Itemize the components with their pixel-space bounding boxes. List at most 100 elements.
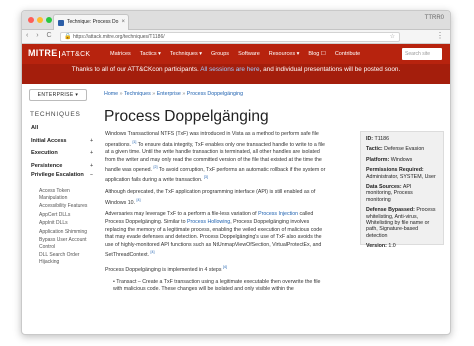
expand-icon[interactable]: + — [90, 160, 93, 173]
window-controls — [28, 17, 52, 23]
process-injection-link[interactable]: Process Injection — [258, 211, 298, 217]
info-value: Administrator, SYSTEM, User — [366, 173, 436, 180]
site-favicon-icon — [58, 20, 64, 26]
nav-matrices[interactable]: Matrices — [110, 51, 131, 57]
sidebar-subitem[interactable]: AppCert DLLs — [31, 212, 93, 219]
browser-window: Technique: Process Do × TTRR0 ‹ › C 🔒 ht… — [21, 10, 451, 335]
mitre-attck-logo[interactable]: MITRE ATT&CK — [28, 48, 91, 58]
search-input[interactable]: Search site — [402, 48, 442, 60]
sidebar: ENTERPRISE ▾ TECHNIQUES All Initial Acce… — [22, 84, 96, 317]
info-version: Version: 1.0 — [366, 243, 438, 249]
breadcrumb-current[interactable]: Process Doppelgänging — [187, 91, 243, 97]
info-id: ID: T1186 — [366, 136, 438, 142]
text: Adversaries may leverage TxF to a perfor… — [105, 211, 259, 218]
info-value: Windows — [390, 156, 413, 163]
info-permissions: Permissions Required: Administrator, SYST… — [366, 167, 438, 180]
sidebar-item-label: Persistence — [31, 162, 63, 169]
sidebar-list: All Initial Access + Execution + Persist… — [31, 122, 93, 267]
info-label: Version: — [366, 243, 387, 250]
nav-tactics[interactable]: Tactics ▾ — [140, 51, 161, 57]
expand-icon[interactable]: + — [90, 147, 93, 160]
info-tactic: Tactic: Defense Evasion — [366, 146, 438, 152]
main-content: Home » Techniques » Enterprise » Process… — [104, 84, 450, 317]
nav-software[interactable]: Software — [238, 51, 260, 57]
sidebar-item-execution[interactable]: Execution + — [31, 147, 93, 160]
logo-attck-text: ATT&CK — [58, 51, 91, 58]
banner-sessions-link[interactable]: All sessions are here — [200, 66, 259, 73]
info-label: Tactic: — [366, 146, 383, 153]
info-label: Permissions Required: — [366, 167, 424, 174]
process-hollowing-link[interactable]: Process Hollowing — [187, 219, 230, 225]
list-item: Transact – Create a TxF transaction usin… — [113, 279, 330, 294]
banner-text-end: , and individual presentations will be p… — [259, 66, 401, 73]
address-bar-row: ‹ › C 🔒 https://attack.mitre.org/techniq… — [22, 30, 450, 44]
technique-description: Windows Transactional NTFS (TxF) was int… — [105, 131, 330, 294]
info-value: 1.0 — [388, 243, 396, 250]
sidebar-item-label: Privilege Escalation — [31, 172, 84, 178]
citation-link[interactable]: [4] — [223, 265, 227, 269]
profile-label[interactable]: TTRR0 — [425, 15, 444, 21]
nav-contribute[interactable]: Contribute — [335, 51, 360, 57]
sidebar-heading: TECHNIQUES — [30, 111, 81, 118]
sidebar-subitem[interactable]: Bypass User Account Control — [31, 237, 93, 250]
sidebar-subitem[interactable]: AppInit DLLs — [31, 220, 93, 227]
logo-mitre-text: MITRE — [28, 48, 58, 58]
breadcrumb: Home » Techniques » Enterprise » Process… — [104, 91, 243, 97]
paragraph: Adversaries may leverage TxF to a perfor… — [105, 211, 330, 259]
banner-text-start: Thanks to all of our ATT&CKcon participa… — [71, 66, 201, 73]
sidebar-item-privilege-escalation[interactable]: Privilege Escalation − — [31, 172, 93, 188]
breadcrumb-separator: » — [119, 91, 123, 97]
info-label: Platform: — [366, 156, 390, 163]
info-label: ID: — [366, 136, 374, 142]
citation-link[interactable]: [3] — [204, 175, 208, 179]
collapse-icon[interactable]: − — [90, 172, 93, 179]
paragraph: Process Doppelgänging is implemented in … — [105, 264, 330, 274]
citation-link[interactable]: [4] — [137, 198, 141, 202]
bookmark-star-icon[interactable]: ☆ — [390, 33, 395, 42]
info-data-sources: Data Sources: API monitoring, Process mo… — [366, 184, 438, 203]
sidebar-subitem[interactable]: Accessibility Features — [31, 203, 93, 210]
minimize-window-button[interactable] — [37, 17, 43, 23]
info-defense-bypassed: Defense Bypassed: Process whitelisting, … — [366, 207, 438, 239]
sidebar-item-initial-access[interactable]: Initial Access + — [31, 135, 93, 148]
nav-buttons[interactable]: ‹ › C — [26, 32, 55, 39]
close-window-button[interactable] — [28, 17, 34, 23]
tab-title: Technique: Process Do — [67, 19, 119, 25]
breadcrumb-enterprise[interactable]: Enterprise — [157, 91, 181, 97]
sidebar-item-label: Initial Access — [31, 137, 67, 144]
browser-menu-icon[interactable]: ⋮ — [436, 31, 444, 40]
browser-tab-bar: Technique: Process Do × TTRR0 — [22, 11, 450, 30]
nav-blog[interactable]: Blog ☐ — [308, 51, 325, 57]
citation-link[interactable]: [4] — [151, 250, 155, 254]
page-content: ENTERPRISE ▾ TECHNIQUES All Initial Acce… — [22, 84, 450, 317]
info-value: Defense Evasion — [384, 146, 425, 153]
site-navbar: MITRE ATT&CK Matrices Tactics ▾ Technique… — [22, 44, 450, 64]
tab-close-icon[interactable]: × — [121, 15, 125, 30]
expand-icon[interactable]: + — [90, 135, 93, 148]
nav-techniques[interactable]: Techniques ▾ — [170, 51, 202, 57]
info-label: Defense Bypassed: — [366, 207, 415, 214]
breadcrumb-home[interactable]: Home — [104, 91, 118, 97]
domain-dropdown[interactable]: ENTERPRISE ▾ — [29, 89, 87, 101]
browser-tab[interactable]: Technique: Process Do × — [53, 14, 129, 30]
sidebar-item-persistence[interactable]: Persistence + — [31, 160, 93, 173]
breadcrumb-separator: » — [152, 91, 156, 97]
sidebar-item-all[interactable]: All — [31, 122, 93, 135]
info-value: T1186 — [374, 136, 390, 142]
url-text: https://attack.mitre.org/techniques/T118… — [73, 34, 165, 40]
sidebar-subitem[interactable]: Application Shimming — [31, 229, 93, 236]
sidebar-subitem[interactable]: DLL Search Order Hijacking — [31, 252, 93, 265]
sidebar-subitem[interactable]: Access Token Manipulation — [31, 188, 93, 201]
steps-list: Transact – Create a TxF transaction usin… — [105, 279, 330, 294]
nav-groups[interactable]: Groups — [211, 51, 229, 57]
address-bar[interactable]: 🔒 https://attack.mitre.org/techniques/T1… — [60, 32, 400, 42]
nav-resources[interactable]: Resources ▾ — [269, 51, 300, 57]
info-platform: Platform: Windows — [366, 157, 438, 163]
lock-icon: 🔒 — [64, 34, 72, 40]
nav-links: Matrices Tactics ▾ Techniques ▾ Groups S… — [110, 51, 360, 57]
sidebar-item-label: Execution — [31, 150, 58, 156]
paragraph: Although deprecated, the TxF application… — [105, 189, 330, 207]
page-title: Process Doppelgänging — [104, 108, 269, 125]
breadcrumb-techniques[interactable]: Techniques — [124, 91, 151, 97]
maximize-window-button[interactable] — [46, 17, 52, 23]
